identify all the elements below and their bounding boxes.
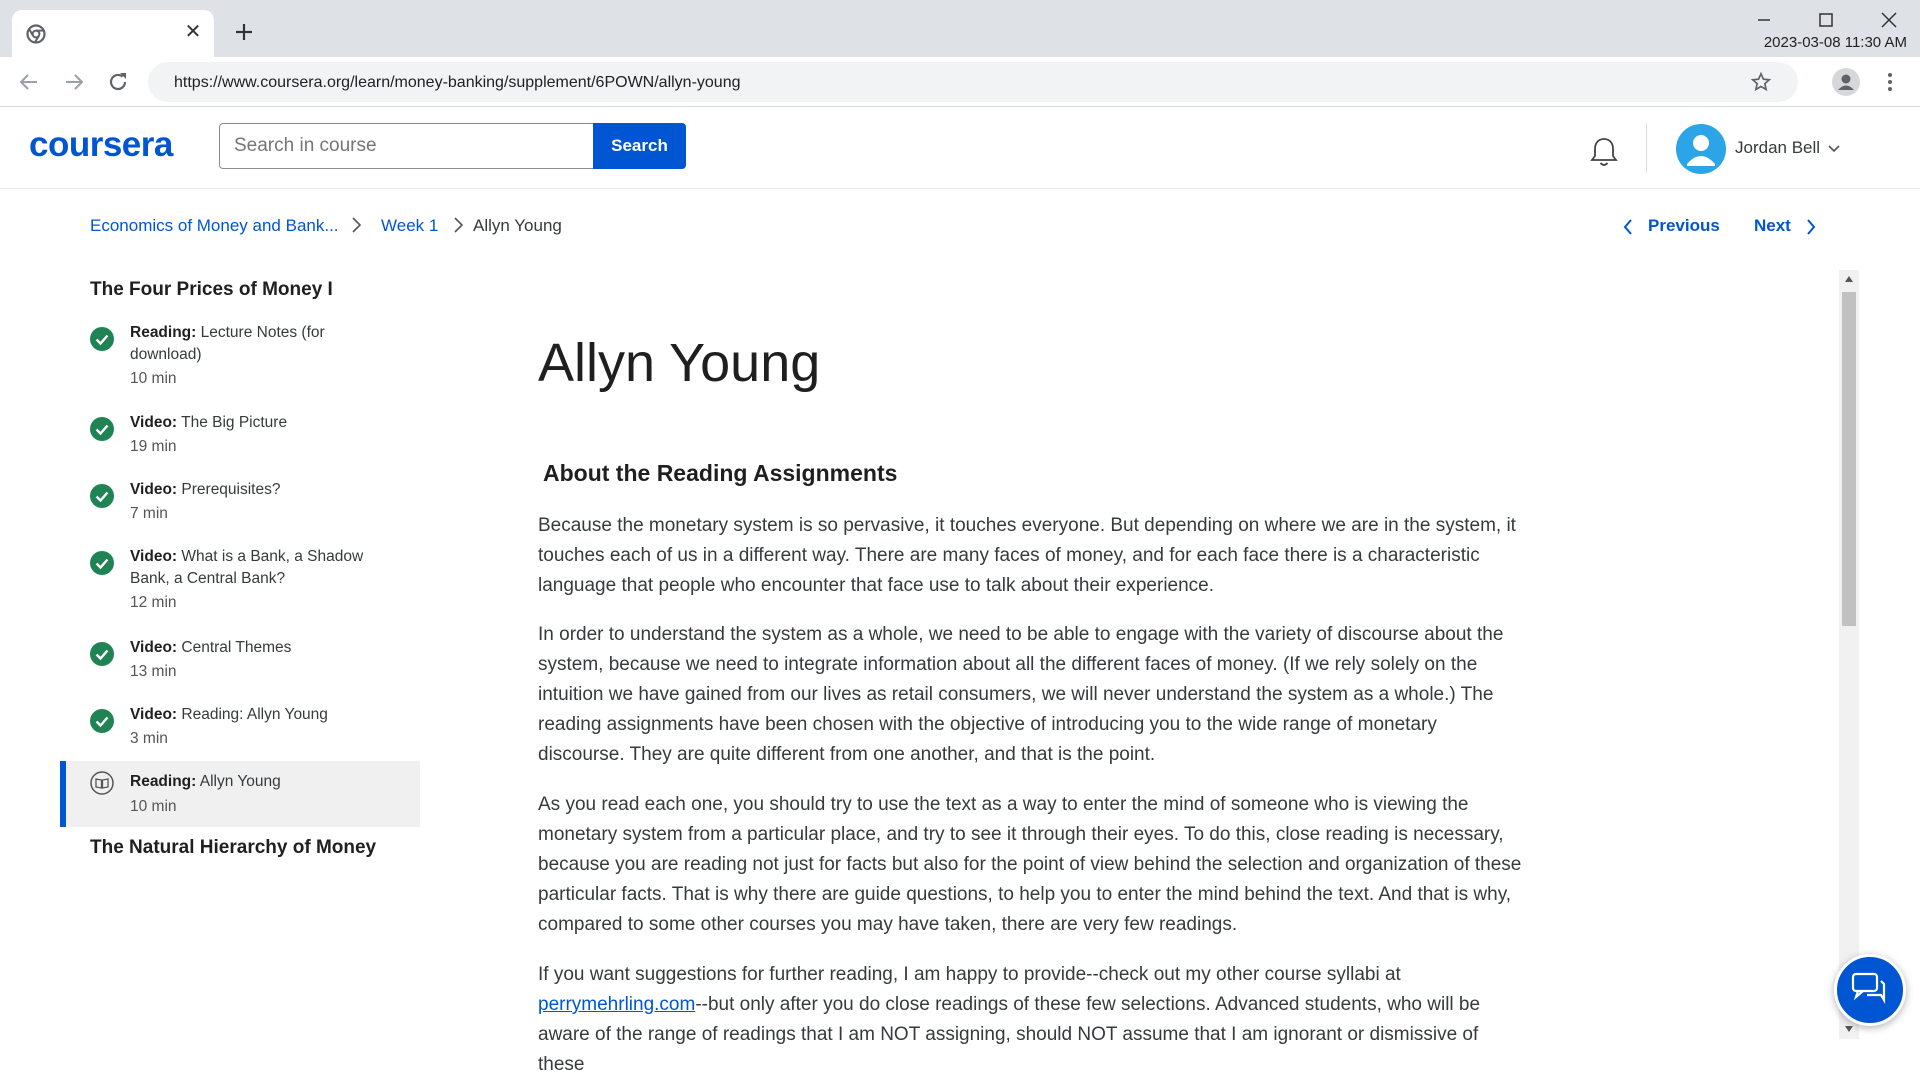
sidebar-item-label: Reading: Lecture Notes (for download) <box>130 324 325 363</box>
sidebar-item-duration: 3 min <box>130 730 168 747</box>
sidebar-item[interactable]: Reading: Lecture Notes (for download) 10… <box>60 322 420 392</box>
perrymehrling-link[interactable]: perrymehrling.com <box>538 994 695 1015</box>
previous-button[interactable]: Previous <box>1648 216 1720 236</box>
sidebar-item-label: Reading: Allyn Young <box>130 773 281 790</box>
completed-check-icon <box>90 642 114 666</box>
course-search-input[interactable] <box>219 123 595 169</box>
sidebar-item-label: Video: Prerequisites? <box>130 481 281 498</box>
browser-profile-icon[interactable] <box>1832 68 1860 96</box>
sidebar-item-label: Video: Reading: Allyn Young <box>130 706 328 723</box>
notification-bell-icon[interactable] <box>1588 135 1620 169</box>
chat-bubble-icon <box>1851 972 1886 1004</box>
breadcrumb-course[interactable]: Economics of Money and Bank... <box>90 216 339 236</box>
paragraph: If you want suggestions for further read… <box>538 964 1481 1075</box>
sidebar-item-label: Video: Central Themes <box>130 639 292 656</box>
next-button[interactable]: Next <box>1754 216 1791 236</box>
site-header: coursera Search Jordan Bell <box>0 107 1920 189</box>
sidebar-item[interactable]: Video: Prerequisites? 7 min <box>60 479 420 529</box>
reading-book-icon <box>90 771 114 795</box>
window-close-icon[interactable] <box>1869 8 1909 32</box>
completed-check-icon <box>90 709 114 733</box>
forward-icon[interactable] <box>61 69 87 95</box>
paragraph: In order to understand the system as a w… <box>538 624 1504 765</box>
breadcrumb-current: Allyn Young <box>473 216 562 235</box>
chrome-icon <box>26 24 46 44</box>
paragraph: Because the monetary system is so pervas… <box>538 515 1516 596</box>
paragraph: As you read each one, you should try to … <box>538 794 1522 935</box>
scroll-up-arrow-icon[interactable] <box>1844 275 1854 283</box>
user-avatar[interactable] <box>1676 124 1726 174</box>
sidebar-section-title: The Four Prices of Money I <box>90 279 333 300</box>
sidebar-item[interactable]: Video: The Big Picture 19 min <box>60 412 420 462</box>
search-button[interactable]: Search <box>593 123 686 169</box>
user-name[interactable]: Jordan Bell <box>1735 138 1820 158</box>
sidebar-item-label: Video: What is a Bank, a Shadow Bank, a … <box>130 548 364 587</box>
browser-menu-icon[interactable] <box>1880 69 1900 95</box>
tab-close-icon[interactable]: ✕ <box>182 21 204 43</box>
chat-support-button[interactable] <box>1834 954 1906 1026</box>
sidebar-item-label: Video: The Big Picture <box>130 414 288 431</box>
sidebar-item-current[interactable]: Reading: Allyn Young 10 min <box>60 761 420 827</box>
sidebar-item[interactable]: Video: Reading: Allyn Young 3 min <box>60 704 420 754</box>
sidebar-item-duration: 10 min <box>130 798 177 815</box>
chevron-right-icon <box>454 217 464 233</box>
sidebar-item[interactable]: Video: Central Themes 13 min <box>60 637 420 687</box>
sidebar-item-duration: 12 min <box>130 594 177 611</box>
coursera-logo[interactable]: coursera <box>29 125 173 165</box>
breadcrumb-week[interactable]: Week 1 <box>381 216 438 236</box>
scrollbar-thumb[interactable] <box>1842 292 1856 626</box>
sidebar-item-duration: 7 min <box>130 505 168 522</box>
completed-check-icon <box>90 551 114 575</box>
browser-tabstrip: ✕ 2023-03-08 11:30 AM <box>0 0 1920 57</box>
new-tab-icon[interactable] <box>232 20 256 44</box>
scroll-down-arrow-icon[interactable] <box>1844 1025 1854 1033</box>
browser-tab[interactable]: ✕ <box>12 10 214 57</box>
sidebar-item-duration: 13 min <box>130 663 177 680</box>
sidebar-item-duration: 10 min <box>130 370 177 387</box>
address-url[interactable]: https://www.coursera.org/learn/money-ban… <box>174 74 741 92</box>
reload-icon[interactable] <box>105 69 131 95</box>
back-icon[interactable] <box>16 69 42 95</box>
sidebar-section-title[interactable]: The Natural Hierarchy of Money <box>90 837 376 859</box>
chevron-right-icon[interactable] <box>1804 217 1818 237</box>
system-clock: 2023-03-08 11:30 AM <box>1763 34 1907 51</box>
browser-toolbar: https://www.coursera.org/learn/money-ban… <box>0 57 1920 107</box>
page-title: Allyn Young <box>538 333 821 393</box>
chevron-right-icon <box>352 217 362 233</box>
chevron-down-icon[interactable] <box>1826 142 1842 156</box>
minimize-icon[interactable] <box>1744 8 1784 32</box>
completed-check-icon <box>90 327 114 351</box>
sidebar-item-duration: 19 min <box>130 438 177 455</box>
section-heading: About the Reading Assignments <box>543 460 898 486</box>
maximize-icon[interactable] <box>1806 8 1846 32</box>
bookmark-star-icon[interactable] <box>1750 71 1772 93</box>
completed-check-icon <box>90 417 114 441</box>
sidebar-item[interactable]: Video: What is a Bank, a Shadow Bank, a … <box>60 546 420 616</box>
chevron-left-icon[interactable] <box>1621 217 1635 237</box>
completed-check-icon <box>90 484 114 508</box>
address-bar[interactable]: https://www.coursera.org/learn/money-ban… <box>148 62 1798 102</box>
header-divider <box>1646 123 1647 173</box>
